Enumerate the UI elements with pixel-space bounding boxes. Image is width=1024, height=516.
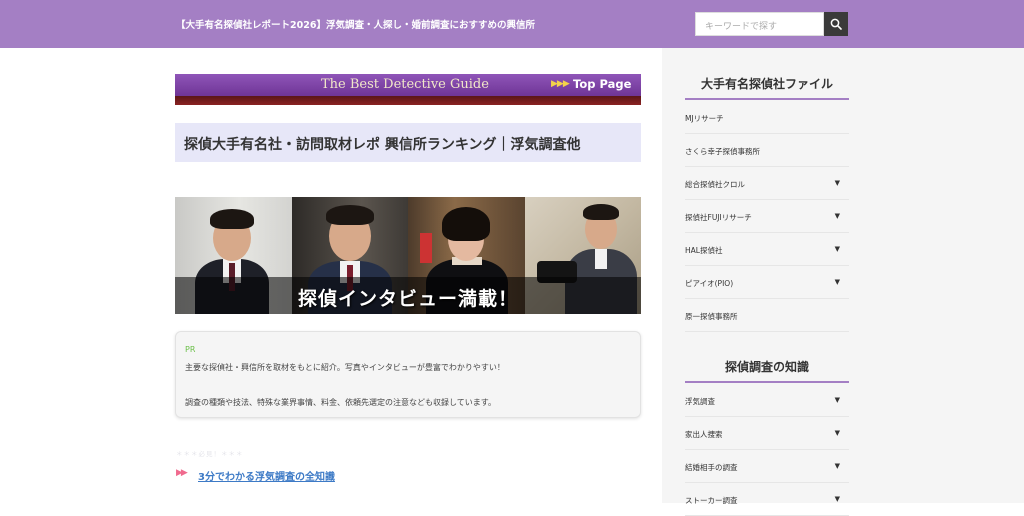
sidebar-item-label: さくら幸子探偵事務所 (685, 147, 760, 156)
top-banner[interactable]: The Best Detective Guide ▶▶▶ Top Page (175, 74, 641, 105)
sidebar-item-marriage-check[interactable]: 結婚相手の調査 ▼ (685, 450, 849, 483)
sidebar-item-kuroru[interactable]: 総合探偵社クロル ▼ (685, 167, 849, 200)
sidebar-item-label: 原一探偵事務所 (685, 312, 738, 321)
site-header: 【大手有名探偵社レポート2026】浮気調査・人探し・婚前調査におすすめの興信所 … (0, 0, 1024, 48)
caret-down-icon[interactable]: ▼ (835, 179, 840, 187)
caret-down-icon[interactable]: ▼ (835, 462, 840, 470)
banner-arrows-icon: ▶▶▶ (551, 79, 570, 89)
sidebar-item-label: ピアイオ(PIO) (685, 279, 734, 288)
search-button[interactable] (824, 12, 848, 36)
caret-down-icon[interactable]: ▼ (835, 429, 840, 437)
hero-caption: 探偵インタビュー満載！ (297, 288, 518, 310)
pr-label: PR (185, 345, 196, 354)
widget-underline (685, 381, 849, 383)
sidebar-item-label: MJリサーチ (685, 114, 724, 123)
page-title-box: 探偵大手有名社・訪問取材レポ 興信所ランキング｜浮気調査他 (175, 123, 641, 162)
caret-down-icon[interactable]: ▼ (835, 278, 840, 286)
sidebar-item-fuji-research[interactable]: 探偵社FUJIリサーチ ▼ (685, 200, 849, 233)
search-input[interactable]: キーワードで探す (695, 12, 824, 36)
pr-description-2: 調査の種類や技法、特殊な業界事情、料金、依頼先選定の注意なども収録しています。 (185, 398, 496, 407)
widget-title-detective-files: 大手有名探偵社ファイル (700, 77, 833, 91)
faded-heading: ＊＊＊必見！＊＊＊ (176, 450, 244, 458)
caret-down-icon[interactable]: ▼ (835, 396, 840, 404)
widget-underline (685, 98, 849, 100)
double-arrow-icon: ▶▶ (176, 468, 188, 478)
top-page-link[interactable]: Top Page (573, 77, 631, 91)
sidebar-item-hal[interactable]: HAL探偵社 ▼ (685, 233, 849, 266)
sidebar-item-label: ストーカー調査 (685, 496, 738, 505)
search-icon (830, 18, 842, 30)
pr-description-1: 主要な探偵社・興信所を取材をもとに紹介。写真やインタビューが豊富でわかりやすい！ (185, 363, 505, 372)
sidebar-item-pio[interactable]: ピアイオ(PIO) ▼ (685, 266, 849, 299)
sidebar-item-infidelity[interactable]: 浮気調査 ▼ (685, 384, 849, 417)
sidebar-item-haraichi[interactable]: 原一探偵事務所 (685, 299, 849, 332)
sidebar-item-label: 総合探偵社クロル (685, 180, 745, 189)
article-link[interactable]: 3分でわかる浮気調査の全知識 (198, 468, 335, 483)
widget-title-knowledge: 探偵調査の知識 (724, 360, 809, 374)
caret-down-icon[interactable]: ▼ (835, 212, 840, 220)
sidebar-item-mj-research[interactable]: MJリサーチ (685, 101, 849, 134)
sidebar-item-label: HAL探偵社 (685, 246, 723, 255)
site-title-link[interactable]: 【大手有名探偵社レポート2026】浮気調査・人探し・婚前調査におすすめの興信所 (176, 17, 535, 31)
banner-title: The Best Detective Guide (321, 77, 489, 92)
sidebar-item-label: 探偵社FUJIリサーチ (685, 213, 752, 222)
page-title: 探偵大手有名社・訪問取材レポ 興信所ランキング｜浮気調査他 (184, 137, 581, 153)
caret-down-icon[interactable]: ▼ (835, 495, 840, 503)
sidebar-item-stalker[interactable]: ストーカー調査 ▼ (685, 483, 849, 516)
sidebar-item-label: 結婚相手の調査 (685, 463, 738, 472)
caret-down-icon[interactable]: ▼ (835, 245, 840, 253)
banner-bottom-strip (175, 96, 641, 105)
hero-image[interactable]: 探偵インタビュー満載！ (175, 197, 641, 314)
sidebar-item-label: 家出人捜索 (685, 430, 723, 439)
pr-box: PR 主要な探偵社・興信所を取材をもとに紹介。写真やインタビューが豊富でわかりや… (175, 331, 641, 418)
sidebar-item-sakura[interactable]: さくら幸子探偵事務所 (685, 134, 849, 167)
sidebar-item-runaway-search[interactable]: 家出人捜索 ▼ (685, 417, 849, 450)
sidebar-item-label: 浮気調査 (685, 397, 715, 406)
